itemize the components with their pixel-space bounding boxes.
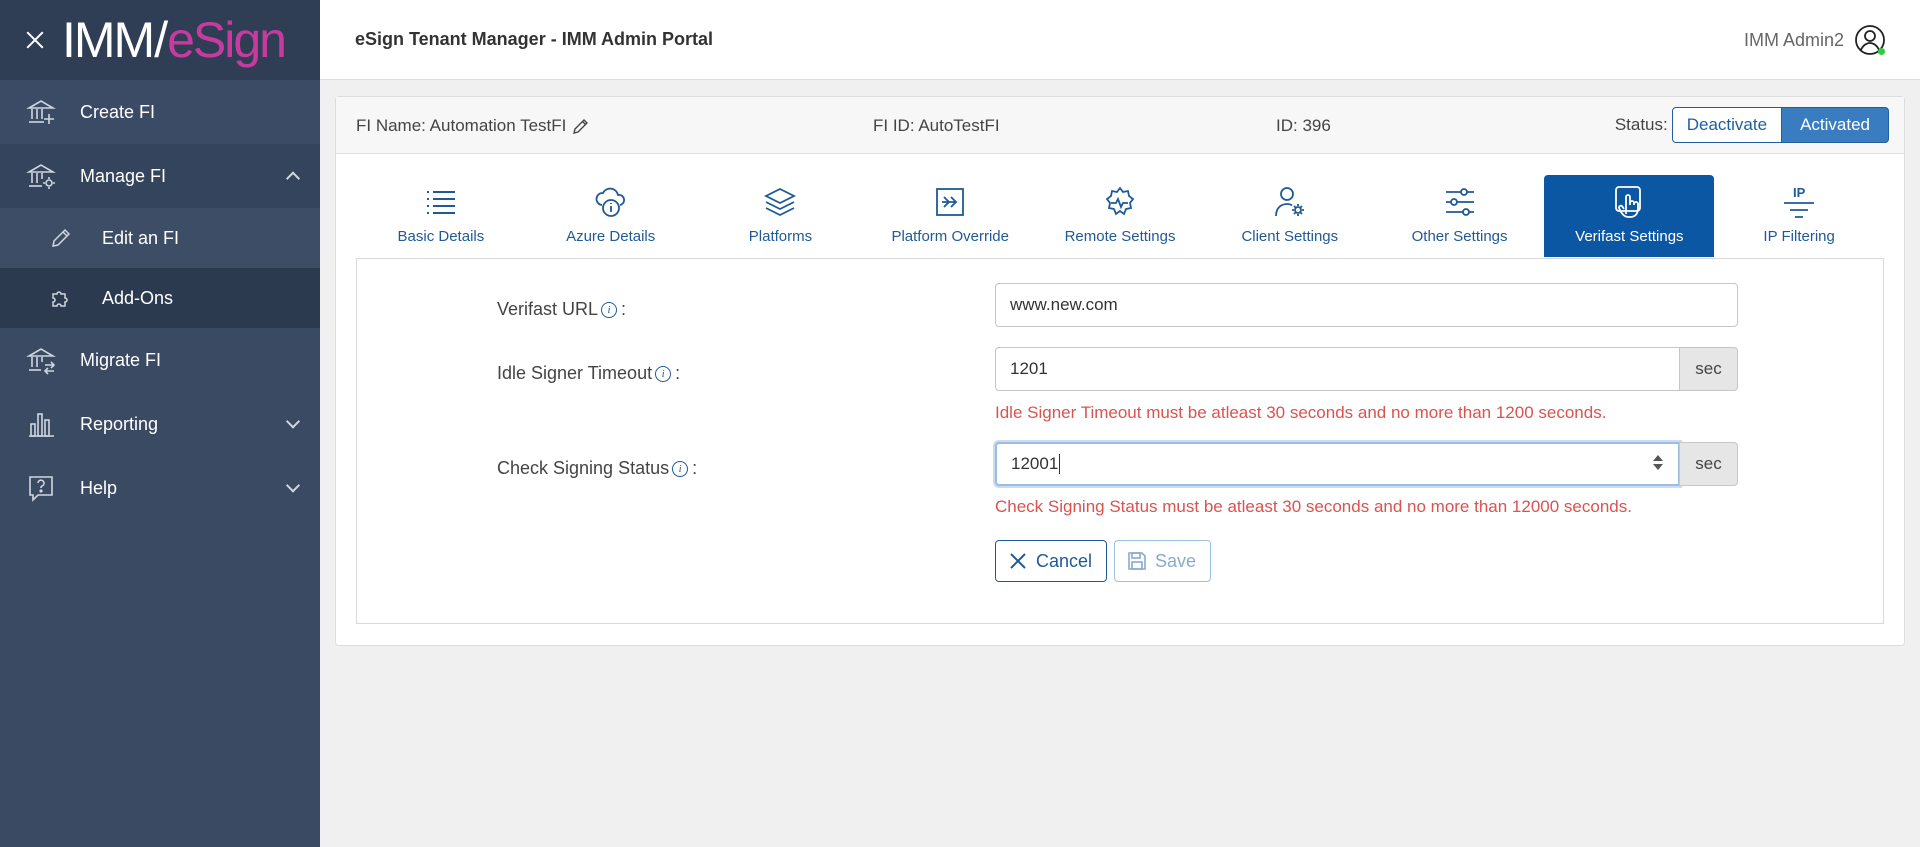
check-signing-unit: sec <box>1679 442 1738 486</box>
puzzle-icon <box>48 285 74 311</box>
tab-verifast-settings[interactable]: Verifast Settings <box>1544 175 1715 257</box>
sidebar-header: IMM / eSign <box>0 0 320 80</box>
tab-label: Basic Details <box>397 228 485 245</box>
sidebar-item-edit-fi[interactable]: Edit an FI <box>0 208 320 268</box>
tab-label: Platforms <box>748 228 813 245</box>
arrow-into-box-icon <box>932 184 968 220</box>
close-icon[interactable] <box>24 29 46 51</box>
fi-id: FI ID: AutoTestFI <box>873 116 1000 135</box>
idle-timeout-error: Idle Signer Timeout must be atleast 30 s… <box>995 403 1607 422</box>
fi-card: FI Name: Automation TestFI FI ID: AutoTe… <box>335 96 1905 646</box>
save-label: Save <box>1155 550 1197 571</box>
cloud-info-icon <box>593 184 629 220</box>
info-icon[interactable]: i <box>601 301 618 318</box>
check-signing-input[interactable]: 12001 <box>995 442 1680 486</box>
sidebar-item-manage-fi[interactable]: Manage FI <box>0 144 320 208</box>
user-menu[interactable]: IMM Admin2 <box>1744 24 1886 56</box>
tab-label: Azure Details <box>566 228 656 245</box>
record-id: ID: 396 <box>1276 116 1331 135</box>
gear-pulse-icon <box>1102 184 1138 220</box>
cancel-label: Cancel <box>1036 550 1093 571</box>
idle-timeout-label: Idle Signer Timeout i : <box>497 363 681 383</box>
sidebar-item-label: Edit an FI <box>102 227 180 248</box>
help-icon <box>26 473 56 503</box>
sidebar-item-create-fi[interactable]: Create FI <box>0 80 320 144</box>
chevron-down-icon <box>285 414 301 429</box>
fi-info-bar: FI Name: Automation TestFI FI ID: AutoTe… <box>336 97 1904 154</box>
bank-transfer-icon <box>26 345 56 375</box>
fi-name-text: FI Name: Automation TestFI <box>356 116 567 135</box>
chevron-up-icon <box>285 171 301 186</box>
sidebar-item-reporting[interactable]: Reporting <box>0 392 320 456</box>
logo: IMM / eSign <box>62 12 287 68</box>
list-icon <box>423 184 459 220</box>
tab-platform-override[interactable]: Platform Override <box>865 175 1035 257</box>
verifast-url-label: Verifast URL i : <box>497 299 627 319</box>
tab-ip-filtering[interactable]: IP IP Filtering <box>1714 175 1884 257</box>
tab-platforms[interactable]: Platforms <box>696 175 866 257</box>
tab-label: Platform Override <box>891 228 1009 245</box>
check-signing-value: 12001 <box>1011 454 1059 473</box>
verifast-settings-panel: Verifast URL i : www.new.com Idle Signer… <box>356 258 1884 624</box>
layers-icon <box>762 184 798 220</box>
sidebar-item-add-ons[interactable]: Add-Ons <box>0 268 320 328</box>
tab-label: IP Filtering <box>1763 228 1835 245</box>
number-stepper[interactable] <box>1652 452 1664 476</box>
pencil-icon <box>48 225 74 251</box>
tab-label: Client Settings <box>1241 228 1339 245</box>
verifast-url-input[interactable]: www.new.com <box>995 283 1738 327</box>
chevron-down-icon <box>285 478 301 493</box>
tab-label: Other Settings <box>1411 228 1508 245</box>
check-signing-label: Check Signing Status i : <box>497 458 698 478</box>
sidebar-item-migrate-fi[interactable]: Migrate FI <box>0 328 320 392</box>
status-toggle: Status: Deactivate Activated <box>1615 107 1889 143</box>
bank-gear-icon <box>26 161 56 191</box>
tab-client-settings[interactable]: Client Settings <box>1205 175 1375 257</box>
activated-button[interactable]: Activated <box>1781 107 1889 143</box>
idle-timeout-unit: sec <box>1679 347 1738 391</box>
fi-name: FI Name: Automation TestFI <box>356 116 590 136</box>
tab-remote-settings[interactable]: Remote Settings <box>1035 175 1205 257</box>
sidebar-item-help[interactable]: Help <box>0 456 320 520</box>
sidebar: IMM / eSign Create FI Manage FI Edit an FI… <box>0 0 320 847</box>
user-avatar-icon[interactable] <box>1854 24 1886 56</box>
sidebar-item-label: Reporting <box>80 413 159 434</box>
info-icon[interactable]: i <box>655 365 672 382</box>
save-button[interactable]: Save <box>1114 540 1212 582</box>
tab-label: Verifast Settings <box>1575 228 1684 245</box>
info-icon[interactable]: i <box>672 460 689 477</box>
sidebar-submenu: Edit an FI Add-Ons <box>0 208 320 328</box>
online-indicator <box>1878 48 1885 55</box>
sidebar-item-label: Manage FI <box>80 165 167 186</box>
deactivate-button[interactable]: Deactivate <box>1671 107 1783 143</box>
sidebar-item-label: Help <box>80 477 118 498</box>
user-gear-icon <box>1272 184 1308 220</box>
check-signing-error: Check Signing Status must be atleast 30 … <box>995 497 1632 516</box>
user-name: IMM Admin2 <box>1743 29 1844 50</box>
tab-azure-details[interactable]: Azure Details <box>526 175 696 257</box>
status-label: Status: <box>1614 115 1668 134</box>
ip-filter-icon: IP <box>1781 184 1817 220</box>
edit-pencil-icon[interactable] <box>572 117 590 135</box>
sidebar-item-label: Migrate FI <box>80 349 162 370</box>
idle-timeout-input[interactable]: 1201 <box>995 347 1680 391</box>
page-title: eSign Tenant Manager - IMM Admin Portal <box>355 29 714 49</box>
tab-basic-details[interactable]: Basic Details <box>356 175 526 257</box>
bank-plus-icon <box>26 97 56 127</box>
cancel-button[interactable]: Cancel <box>995 540 1108 582</box>
sliders-icon <box>1442 184 1478 220</box>
tab-other-settings[interactable]: Other Settings <box>1375 175 1545 257</box>
tab-label: Remote Settings <box>1064 228 1176 245</box>
hand-touch-icon <box>1611 184 1647 220</box>
top-header: eSign Tenant Manager - IMM Admin Portal … <box>320 0 1920 80</box>
sidebar-item-label: Create FI <box>80 101 156 122</box>
sidebar-item-label: Add-Ons <box>102 287 174 308</box>
settings-tabs: Basic Details Azure Details Platforms Pl… <box>356 175 1884 259</box>
bar-chart-icon <box>26 409 56 439</box>
